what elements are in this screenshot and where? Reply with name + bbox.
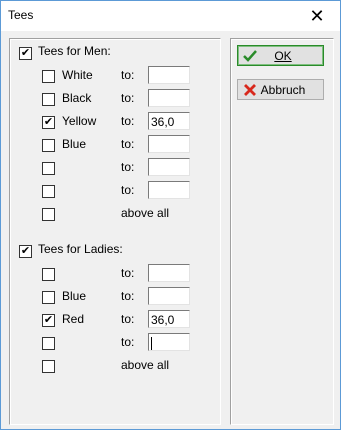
- ladies-above-all-checkbox[interactable]: [42, 360, 55, 373]
- men-row-label: White: [62, 68, 93, 82]
- men-row-input[interactable]: [148, 135, 190, 153]
- button-panel: OK Abbruch: [230, 38, 334, 425]
- men-above-all-checkbox[interactable]: [42, 208, 55, 221]
- ladies-row-checkbox[interactable]: [42, 268, 55, 281]
- men-row-label: Black: [62, 91, 92, 105]
- men-row-label: Blue: [62, 137, 87, 151]
- ladies-row-checkbox[interactable]: [42, 337, 55, 350]
- dialog-client: ✔ Tees for Men: White to: Black to: ✔ Ye…: [1, 31, 340, 429]
- to-label: to:: [121, 114, 135, 128]
- ladies-above-all-label: above all: [121, 358, 170, 372]
- ladies-row-input[interactable]: [148, 264, 190, 282]
- to-label: to:: [121, 160, 135, 174]
- to-label: to:: [121, 289, 135, 303]
- close-icon[interactable]: ✕: [294, 1, 340, 31]
- tees-panel: ✔ Tees for Men: White to: Black to: ✔ Ye…: [9, 38, 221, 425]
- men-row-input[interactable]: [148, 66, 190, 84]
- ladies-header-label: Tees for Ladies:: [38, 242, 123, 256]
- ladies-header-checkbox[interactable]: ✔: [19, 245, 32, 258]
- ladies-row-label: Red: [62, 312, 85, 326]
- men-row-input[interactable]: [148, 158, 190, 176]
- to-label: to:: [121, 335, 135, 349]
- ok-button[interactable]: OK: [237, 45, 324, 66]
- men-row-checkbox[interactable]: [42, 139, 55, 152]
- to-label: to:: [121, 266, 135, 280]
- cancel-button[interactable]: Abbruch: [237, 79, 324, 100]
- checkmark-icon: [243, 49, 257, 63]
- tees-dialog: Tees ✕ ✔ Tees for Men: White to: Black t…: [0, 0, 341, 430]
- to-label: to:: [121, 91, 135, 105]
- ladies-row-checkbox[interactable]: ✔: [42, 314, 55, 327]
- to-label: to:: [121, 137, 135, 151]
- ladies-row-input[interactable]: [148, 287, 190, 305]
- men-row-input[interactable]: [148, 181, 190, 199]
- ladies-row-input[interactable]: 36,0: [148, 310, 190, 328]
- men-row-checkbox[interactable]: [42, 93, 55, 106]
- to-label: to:: [121, 183, 135, 197]
- ladies-row-checkbox[interactable]: [42, 291, 55, 304]
- cancel-button-label: Abbruch: [260, 82, 306, 97]
- ok-button-label: OK: [274, 48, 292, 63]
- men-header-label: Tees for Men:: [38, 44, 111, 58]
- men-row-input[interactable]: 36,0: [148, 112, 190, 130]
- men-row-checkbox[interactable]: [42, 70, 55, 83]
- ladies-row-input[interactable]: [148, 333, 190, 351]
- men-row-checkbox[interactable]: [42, 162, 55, 175]
- men-row-label: Yellow: [62, 114, 97, 128]
- text-cursor: [151, 337, 152, 351]
- to-label: to:: [121, 68, 135, 82]
- men-row-checkbox[interactable]: [42, 185, 55, 198]
- to-label: to:: [121, 312, 135, 326]
- red-x-icon: [243, 83, 257, 97]
- title-bar: Tees ✕: [1, 1, 340, 31]
- men-header-checkbox[interactable]: ✔: [19, 47, 32, 60]
- men-row-checkbox[interactable]: ✔: [42, 116, 55, 129]
- men-row-input[interactable]: [148, 89, 190, 107]
- window-title: Tees: [8, 8, 34, 22]
- men-above-all-label: above all: [121, 206, 170, 220]
- ladies-row-label: Blue: [62, 289, 87, 303]
